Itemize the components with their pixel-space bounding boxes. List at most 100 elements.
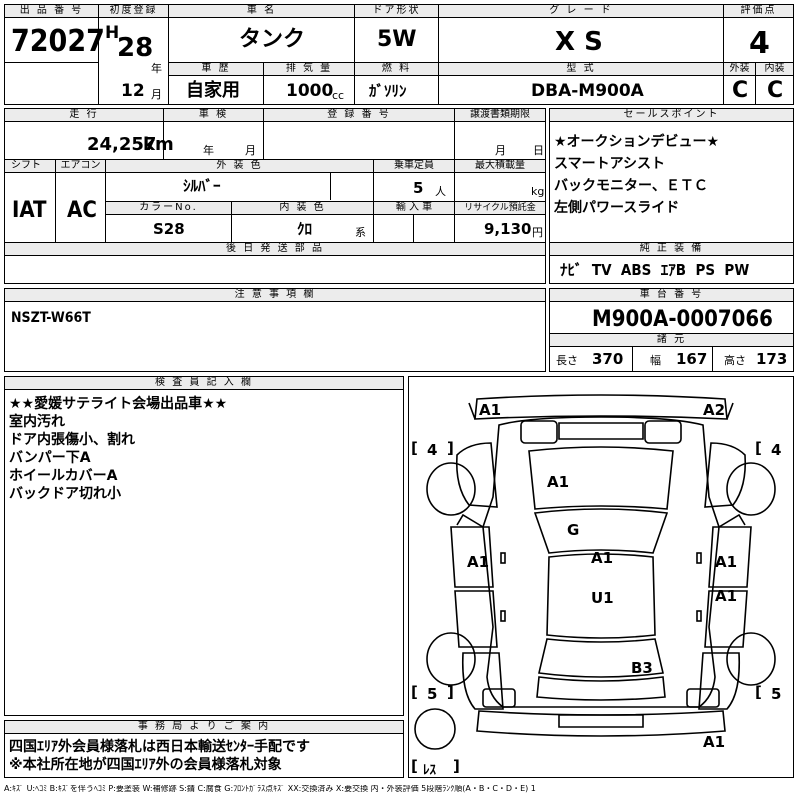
ac-label: エアコン	[56, 160, 105, 173]
tire-rl-close-bracket: ]	[447, 683, 454, 701]
vehicle-info-section: 走 行 車 検 登 録 番 号 譲渡書類期限 24,257 km 年 月 月 日…	[4, 108, 546, 284]
sales-point: バックモニター、ＥＴＣ	[554, 178, 708, 194]
exterior-label: 外装	[724, 63, 755, 76]
door-label: ドア形状	[355, 5, 438, 18]
int-color-label: 内 装 色	[232, 202, 373, 215]
car-name: タンク	[239, 27, 306, 52]
ext-color: ｼﾙﾊﾞｰ	[183, 177, 221, 195]
shift: IAT	[12, 198, 47, 223]
lot-number-label: 出 品 番 号	[5, 5, 98, 18]
height-value: 173	[756, 350, 788, 368]
inspector-label: 検 査 員 記 入 欄	[5, 377, 403, 390]
equipment-label: 純 正 装 備	[550, 243, 793, 256]
score: 4	[749, 26, 770, 61]
transfer-label: 譲渡書類期限	[455, 109, 545, 122]
car-name-label: 車 名	[169, 5, 354, 18]
color-no-label: カラーNo.	[106, 202, 231, 215]
interior-label: 内装	[756, 63, 793, 76]
spare-close-bracket: ]	[453, 757, 460, 775]
mark-left-front-door: A1	[467, 553, 490, 571]
displacement: 1000	[286, 81, 334, 101]
sales-point: 左側パワースライド	[554, 200, 680, 216]
inspector-line: バックドア切れ小	[9, 486, 121, 502]
tire-fl-depth: 4	[427, 441, 438, 459]
max-load-unit: kg	[531, 185, 545, 198]
displacement-label: 排 気 量	[264, 63, 354, 76]
tire-fr-depth: 4	[771, 441, 782, 459]
car-outline-diagram	[414, 394, 776, 750]
inspection-year-unit: 年	[203, 144, 214, 157]
spec-label: 諸 元	[550, 334, 793, 347]
office-line: ※本社所在地が四国ｴﾘｱ外の会員様落札対象	[9, 757, 282, 773]
mark-roof: A1	[591, 549, 614, 567]
sales-points-section: セールスポイント ★オークションデビュー★ スマートアシスト バックモニター、Ｅ…	[549, 108, 794, 284]
transfer-day-unit: 日	[533, 144, 544, 157]
first-reg-label: 初度登録	[99, 5, 168, 18]
capacity: 5	[413, 179, 424, 197]
equipment-list: ﾅﾋﾞ TV ABS ｴｱB PS PW	[560, 261, 750, 279]
recycle-fee: 9,130	[484, 220, 532, 238]
fuel: ｶﾞｿﾘﾝ	[369, 82, 407, 100]
reg-number-label: 登 録 番 号	[264, 109, 454, 122]
notes-label: 注 意 事 項 欄	[5, 289, 545, 302]
inspection-month-unit: 月	[245, 144, 256, 157]
door-type: 5W	[377, 27, 417, 52]
ext-color-label: 外 装 色	[106, 160, 373, 173]
width-value: 167	[676, 350, 708, 368]
history: 自家用	[186, 80, 240, 101]
inspector-section: 検 査 員 記 入 欄 ★★愛媛サテライト会場出品車★★ 室内汚れ ドア内張傷小…	[4, 376, 404, 716]
mark-rear-bumper: A1	[703, 733, 726, 751]
inspector-line: 室内汚れ	[9, 414, 65, 430]
notes-section: 注 意 事 項 欄 NSZT-W66T	[4, 288, 546, 372]
later-parts-label: 後 日 発 送 部 品	[5, 243, 545, 256]
length-label: 長さ	[556, 354, 578, 367]
height-label: 高さ	[724, 354, 746, 367]
max-load-label: 最大積載量	[455, 160, 545, 173]
legend: A:ｷｽﾞ U:ﾍｺﾐ B:ｷｽﾞを伴うﾍｺﾐ P:要塗装 W:補修跡 S:錆 …	[4, 785, 536, 793]
model-code: DBA-M900A	[531, 81, 644, 101]
mark-windshield: G	[567, 521, 580, 539]
reg-month: 12	[121, 81, 145, 101]
mileage-unit: km	[143, 134, 174, 155]
tire-fl-open-bracket: [	[411, 439, 418, 457]
inspector-line: ホイールカバーA	[9, 468, 118, 484]
mark-right-front-door: A1	[715, 553, 738, 571]
inspection-label: 車 検	[164, 109, 263, 122]
shift-label: シフト	[5, 160, 55, 173]
tire-rl-open-bracket: [	[411, 683, 418, 701]
history-label: 車 歴	[169, 63, 263, 76]
year-unit: 年	[151, 62, 162, 75]
int-color-unit: 系	[355, 226, 366, 239]
damage-diagram: [ 4 ] [ 4 [ 5 ] [ 5 [ ﾚｽ ] A1 A2 A1 G A1…	[408, 376, 794, 778]
tire-fl-close-bracket: ]	[447, 439, 454, 457]
model-label: 型 式	[439, 63, 723, 76]
reg-year: 28	[117, 33, 154, 63]
month-unit: 月	[151, 88, 162, 101]
mark-front-right: A2	[703, 401, 726, 419]
recycle-label: リサイクル預託金	[455, 202, 545, 215]
mark-front-left: A1	[479, 401, 502, 419]
inspector-line: ドア内張傷小、割れ	[9, 432, 135, 448]
mark-rear-glass: B3	[631, 659, 653, 677]
tire-fr-open-bracket: [	[755, 439, 762, 457]
int-color: ｸﾛ	[297, 220, 313, 238]
mark-right-rear-door: A1	[715, 587, 738, 605]
recycle-unit: 円	[532, 226, 543, 239]
office-section: 事 務 局 よ り ご 案 内 四国ｴﾘｱ外会員様落札は西日本輸送ｾﾝﾀｰ手配で…	[4, 720, 404, 778]
grade: X S	[555, 27, 603, 57]
displacement-unit: cc	[332, 89, 345, 102]
spare-tire: ﾚｽ	[423, 763, 436, 778]
transfer-month-unit: 月	[495, 144, 506, 157]
tire-rr-open-bracket: [	[755, 683, 762, 701]
tire-rl-depth: 5	[427, 685, 438, 703]
office-line: 四国ｴﾘｱ外会員様落札は西日本輸送ｾﾝﾀｰ手配です	[9, 739, 310, 755]
fuel-label: 燃 料	[355, 63, 438, 76]
tire-rr-depth: 5	[771, 685, 782, 703]
notes-text: NSZT-W66T	[11, 310, 91, 326]
length-value: 370	[592, 350, 624, 368]
color-no: S28	[153, 220, 185, 238]
spare-open-bracket: [	[411, 757, 418, 775]
score-label: 評価点	[724, 5, 793, 18]
lot-number: 72027	[11, 24, 105, 59]
capacity-label: 乗車定員	[374, 160, 454, 173]
